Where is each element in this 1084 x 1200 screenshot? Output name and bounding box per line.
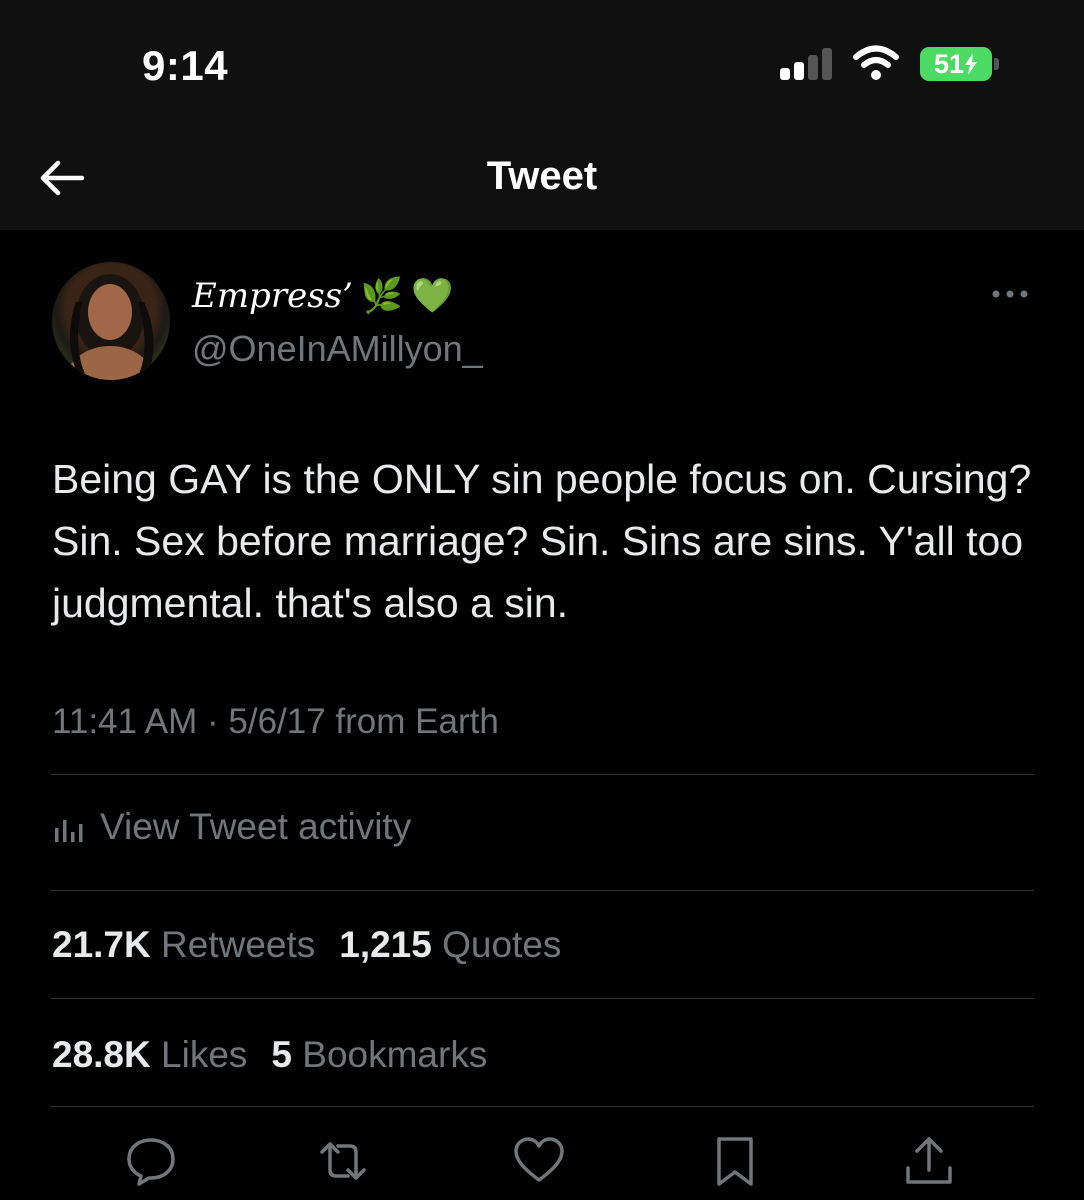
bookmark-icon[interactable] (708, 1134, 762, 1188)
like-icon[interactable] (512, 1134, 566, 1188)
divider (50, 774, 1034, 775)
view-tweet-activity-link[interactable]: View Tweet activity (52, 806, 411, 848)
wifi-icon (853, 45, 899, 80)
retweets-count: 21.7K (52, 924, 151, 965)
activity-label: View Tweet activity (100, 806, 412, 847)
herb-emoji-icon: 🌿 (360, 276, 404, 316)
retweets-label: Retweets (161, 924, 316, 965)
divider (50, 998, 1034, 999)
navigation-bar: Tweet (0, 130, 1084, 230)
quotes-stat[interactable]: 1,215 Quotes (339, 924, 561, 966)
divider (50, 890, 1034, 891)
bookmarks-label: Bookmarks (302, 1034, 488, 1075)
quotes-label: Quotes (442, 924, 562, 965)
display-name-text: Empress’ (192, 276, 353, 316)
green-heart-emoji-icon: 💚 (411, 276, 454, 316)
likes-label: Likes (161, 1034, 248, 1075)
share-icon[interactable] (902, 1134, 956, 1188)
avatar[interactable] (52, 262, 170, 380)
tweet-timestamp: 11:41 AM · 5/6/17 from Earth (52, 702, 499, 741)
quotes-count: 1,215 (339, 924, 432, 965)
likes-stat[interactable]: 28.8K Likes (52, 1034, 247, 1076)
like-bookmark-stats: 28.8K Likes 5 Bookmarks (52, 1034, 487, 1076)
page-title: Tweet (486, 154, 598, 198)
battery-indicator: 51 (920, 47, 992, 81)
bookmarks-count: 5 (271, 1034, 292, 1075)
retweets-stat[interactable]: 21.7K Retweets (52, 924, 315, 966)
likes-count: 28.8K (52, 1034, 151, 1075)
tweet-text: Being GAY is the ONLY sin people focus o… (52, 456, 1032, 626)
bookmarks-stat[interactable]: 5 Bookmarks (271, 1034, 487, 1076)
status-time: 9:14 (142, 42, 229, 89)
battery-level: 51 (933, 48, 965, 79)
more-options-icon[interactable] (988, 284, 1032, 304)
divider (50, 1106, 1034, 1107)
avatar-portrait (66, 274, 154, 380)
retweet-icon[interactable] (316, 1134, 370, 1188)
author-handle[interactable]: @OneInAMillyon_ (192, 328, 483, 370)
reply-icon[interactable] (124, 1134, 178, 1188)
bar-chart-icon (55, 820, 83, 842)
status-bar: 9:14 51 (0, 0, 1084, 130)
charging-bolt-icon (965, 53, 978, 75)
battery-nub (994, 58, 999, 70)
tweet-actions-bar (0, 1134, 1084, 1190)
cellular-signal-icon (780, 48, 838, 80)
retweet-quote-stats: 21.7K Retweets 1,215 Quotes (52, 924, 561, 966)
author-display-name[interactable]: Empress’ 🌿 💚 (192, 276, 454, 316)
